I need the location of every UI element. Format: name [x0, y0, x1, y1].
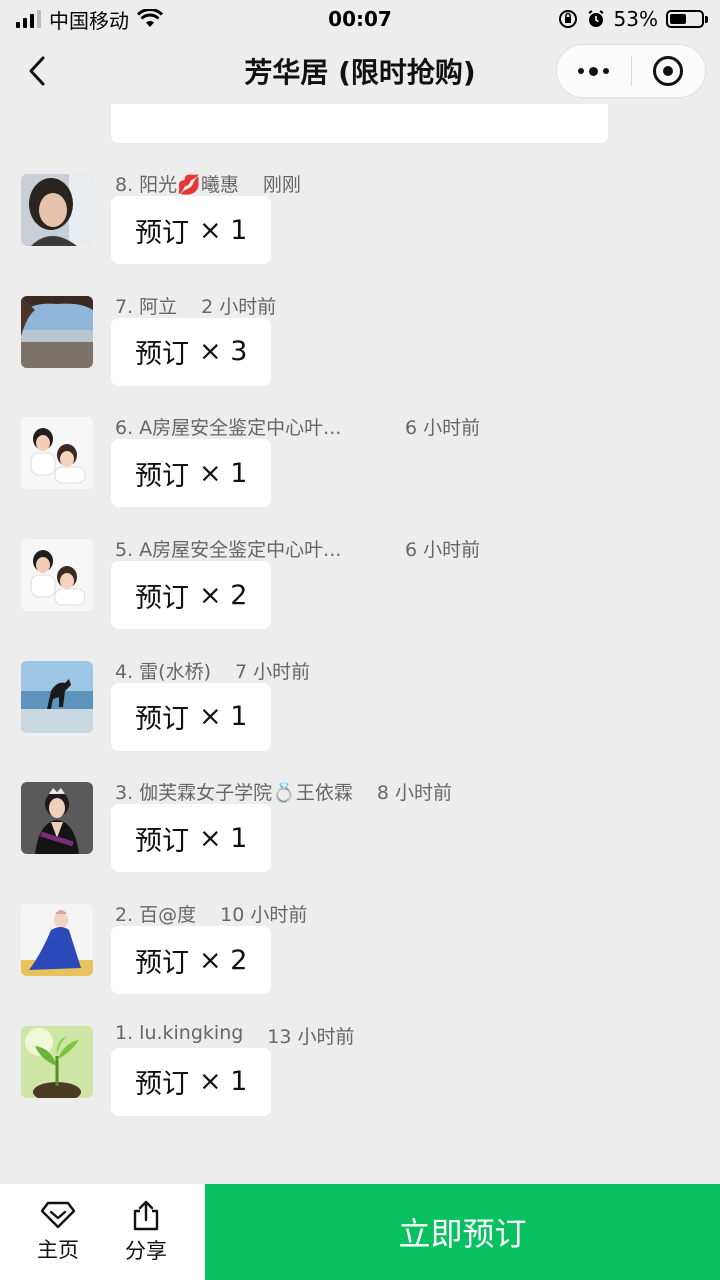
more-dots-icon: [578, 66, 610, 76]
battery-icon: [666, 10, 708, 28]
order-meta: 2. 百@度 10 小时前: [115, 900, 308, 927]
buyer-name: 1. lu.kingking: [115, 1021, 244, 1044]
avatar-landscape[interactable]: [21, 295, 93, 368]
order-row: 8. 阳光💋曦惠 刚刚 预订 × 1: [0, 170, 720, 292]
order-row: 3. 伽芙霖女子学院💍王依霖 8 小时前 预订 × 1: [0, 778, 720, 900]
buyer-name: 4. 雷(水桥): [115, 660, 211, 683]
avatar-woman-blue-dress[interactable]: [21, 904, 93, 977]
status-bar: 中国移动 00:07 53%: [0, 0, 720, 38]
order-time: 刚刚: [262, 174, 301, 196]
order-quantity: × 1: [199, 1066, 248, 1098]
order-row: 4. 雷(水桥) 7 小时前 预订 × 1: [0, 657, 720, 779]
order-meta: 1. lu.kingking 13 小时前: [115, 1021, 355, 1048]
page-title: 芳华居 (限时抢购): [244, 56, 476, 89]
target-circle-icon: [653, 56, 684, 86]
order-bubble: 预订 × 2: [111, 561, 272, 630]
close-miniprogram-button[interactable]: [632, 45, 706, 97]
share-label: 分享: [125, 1239, 167, 1263]
order-action: 预订: [135, 704, 189, 736]
order-meta: 6. A房屋安全鉴定中心叶... 6 小时前: [115, 413, 481, 440]
avatar-woman-crown[interactable]: [21, 782, 93, 855]
share-icon: [133, 1200, 159, 1231]
buyer-name: 5. A房屋安全鉴定中心叶...: [115, 539, 342, 560]
back-button[interactable]: [22, 56, 52, 86]
home-label: 主页: [37, 1238, 79, 1262]
order-action: 预订: [135, 1069, 189, 1101]
order-bubble: 预订 × 2: [111, 926, 272, 995]
clock-time: 00:07: [328, 7, 392, 31]
buyer-name: 7. 阿立: [115, 295, 178, 318]
chevron-left-icon: [29, 56, 45, 86]
bottom-action-bar: 主页 分享 立即预订: [0, 1184, 720, 1280]
order-bubble: 预订 × 1: [111, 196, 272, 264]
order-quantity: × 1: [199, 214, 248, 246]
carrier-label: 中国移动: [49, 8, 129, 33]
order-time: 6 小时前: [405, 417, 481, 440]
book-now-button[interactable]: 立即预订: [205, 1184, 720, 1280]
order-meta: 7. 阿立 2 小时前: [115, 292, 277, 318]
battery-percent: 53%: [613, 7, 658, 31]
more-button[interactable]: [557, 45, 631, 97]
home-button[interactable]: 主页: [14, 1184, 102, 1280]
avatar-sprout[interactable]: [21, 1025, 93, 1098]
order-quantity: × 1: [199, 457, 248, 489]
order-action: 预订: [135, 339, 189, 371]
order-action: 预订: [135, 825, 189, 857]
avatar-couple[interactable]: [21, 539, 93, 612]
avatar-woman-selfie[interactable]: [21, 174, 93, 246]
buyer-name: 6. A房屋安全鉴定中心叶...: [115, 417, 342, 438]
order-bubble: 预订 × 1: [111, 682, 272, 751]
order-bubble: 预订 × 3: [111, 317, 272, 386]
order-row: 7. 阿立 2 小时前 预订 × 3: [0, 292, 720, 414]
buyer-name: 8. 阳光💋曦惠: [115, 174, 239, 196]
miniprogram-capsule: [556, 44, 706, 98]
share-button[interactable]: 分享: [102, 1184, 190, 1280]
order-time: 13 小时前: [267, 1025, 355, 1048]
wifi-icon: [137, 9, 163, 27]
order-time: 2 小时前: [201, 295, 277, 318]
order-time: 8 小时前: [376, 782, 452, 805]
order-action: 预订: [135, 582, 189, 614]
order-bubble: 预订 × 1: [111, 804, 272, 873]
order-action: 预订: [135, 217, 189, 249]
product-card-bottom: [111, 104, 608, 143]
order-action: 预订: [135, 947, 189, 979]
order-time: 6 小时前: [405, 539, 481, 562]
status-right: 53%: [558, 7, 708, 31]
order-action: 预订: [135, 460, 189, 492]
order-list: 8. 阳光💋曦惠 刚刚 预订 × 1 7. 阿立 2 小时前 预订 × 3 6.…: [0, 170, 720, 1144]
order-meta: 4. 雷(水桥) 7 小时前: [115, 657, 311, 683]
diamond-home-icon: [40, 1201, 76, 1229]
avatar-horse-beach[interactable]: [21, 660, 93, 733]
order-meta: 3. 伽芙霖女子学院💍王依霖 8 小时前: [115, 778, 452, 805]
order-row: 6. A房屋安全鉴定中心叶... 6 小时前 预订 × 1: [0, 413, 720, 535]
order-quantity: × 1: [199, 822, 248, 854]
order-quantity: × 3: [199, 336, 248, 368]
status-left: 中国移动: [16, 5, 163, 34]
buyer-name: 3. 伽芙霖女子学院💍王依霖: [115, 782, 353, 805]
order-row: 2. 百@度 10 小时前 预订 × 2: [0, 900, 720, 1022]
orientation-lock-icon: [558, 10, 577, 28]
alarm-icon: [587, 10, 604, 27]
order-row: 1. lu.kingking 13 小时前 预订 × 1: [0, 1022, 720, 1144]
order-quantity: × 2: [199, 579, 248, 611]
avatar-couple[interactable]: [21, 417, 93, 490]
order-meta: 8. 阳光💋曦惠 刚刚: [115, 170, 301, 196]
order-time: 10 小时前: [220, 904, 308, 927]
order-bubble: 预订 × 1: [111, 439, 272, 508]
order-meta: 5. A房屋安全鉴定中心叶... 6 小时前: [115, 535, 481, 562]
order-quantity: × 1: [199, 701, 248, 733]
order-time: 7 小时前: [235, 660, 311, 683]
signal-icon: [16, 10, 41, 28]
order-row: 5. A房屋安全鉴定中心叶... 6 小时前 预订 × 2: [0, 535, 720, 657]
buyer-name: 2. 百@度: [115, 904, 197, 927]
order-bubble: 预订 × 1: [111, 1047, 272, 1116]
order-quantity: × 2: [199, 944, 248, 976]
nav-bar: 芳华居 (限时抢购): [0, 38, 720, 104]
